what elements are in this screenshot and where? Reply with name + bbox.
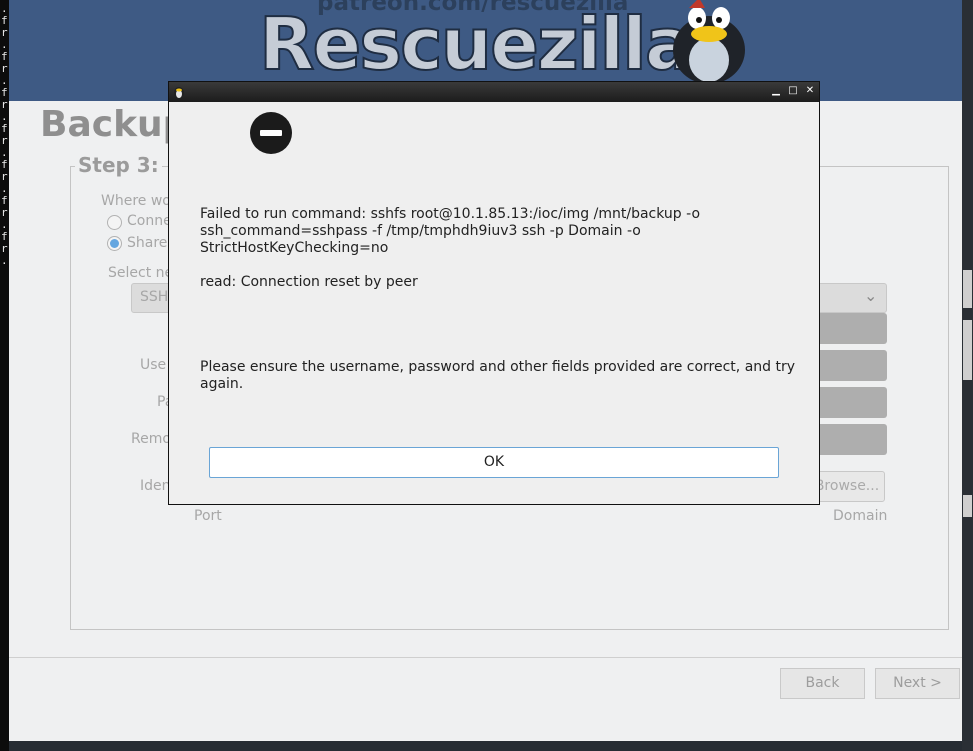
- next-button[interactable]: Next >: [875, 668, 960, 699]
- close-button[interactable]: ✕: [803, 84, 817, 98]
- page-title: Backup: [40, 104, 189, 145]
- background-terminal: . f r . f r . f r . f r . f r . f r . f …: [0, 0, 9, 751]
- radio-local-drive[interactable]: [107, 215, 122, 230]
- username-field[interactable]: [814, 350, 887, 381]
- banner-title: Rescuezilla: [258, 1, 694, 87]
- error-message-command: Failed to run command: sshfs root@10.1.8…: [200, 206, 701, 256]
- dialog-titlebar[interactable]: ▁ □ ✕: [169, 82, 819, 102]
- identity-file-label: Iden: [140, 478, 171, 494]
- app-penguin-icon: [174, 87, 184, 99]
- username-label: Use: [140, 357, 167, 373]
- radio-network-share-label: Share: [127, 235, 168, 251]
- radio-local-drive-label: Conne: [127, 213, 172, 229]
- error-message-hint: Please ensure the username, password and…: [200, 359, 796, 392]
- chevron-down-icon: ⌄: [864, 286, 878, 305]
- server-field[interactable]: [814, 313, 887, 344]
- remote-path-label: Remo: [131, 431, 171, 447]
- network-type-value: SSH: [140, 289, 169, 305]
- maximize-button[interactable]: □: [786, 84, 800, 98]
- ok-button[interactable]: OK: [209, 447, 779, 478]
- terminal-glyph: .: [1, 254, 8, 267]
- penguin-mascot-icon: [673, 0, 745, 82]
- error-message-reason: read: Connection reset by peer: [200, 274, 418, 290]
- browse-button[interactable]: Browse...: [809, 471, 885, 502]
- minimize-button[interactable]: ▁: [769, 84, 783, 98]
- destination-question-label: Where wo: [101, 193, 171, 209]
- footer-separator: [9, 657, 962, 658]
- password-field[interactable]: [814, 387, 887, 418]
- background-window-edge: [962, 0, 973, 751]
- radio-network-share[interactable]: [107, 236, 122, 251]
- domain-label: Domain: [833, 508, 888, 524]
- back-button[interactable]: Back: [780, 668, 865, 699]
- error-icon: [250, 112, 292, 154]
- remote-path-field[interactable]: [814, 424, 887, 455]
- step-title: Step 3:: [75, 153, 162, 177]
- network-type-label: Select ne: [108, 265, 174, 281]
- error-dialog: ▁ □ ✕ Failed to run command: sshfs root@…: [168, 81, 820, 505]
- port-label: Port: [194, 508, 222, 524]
